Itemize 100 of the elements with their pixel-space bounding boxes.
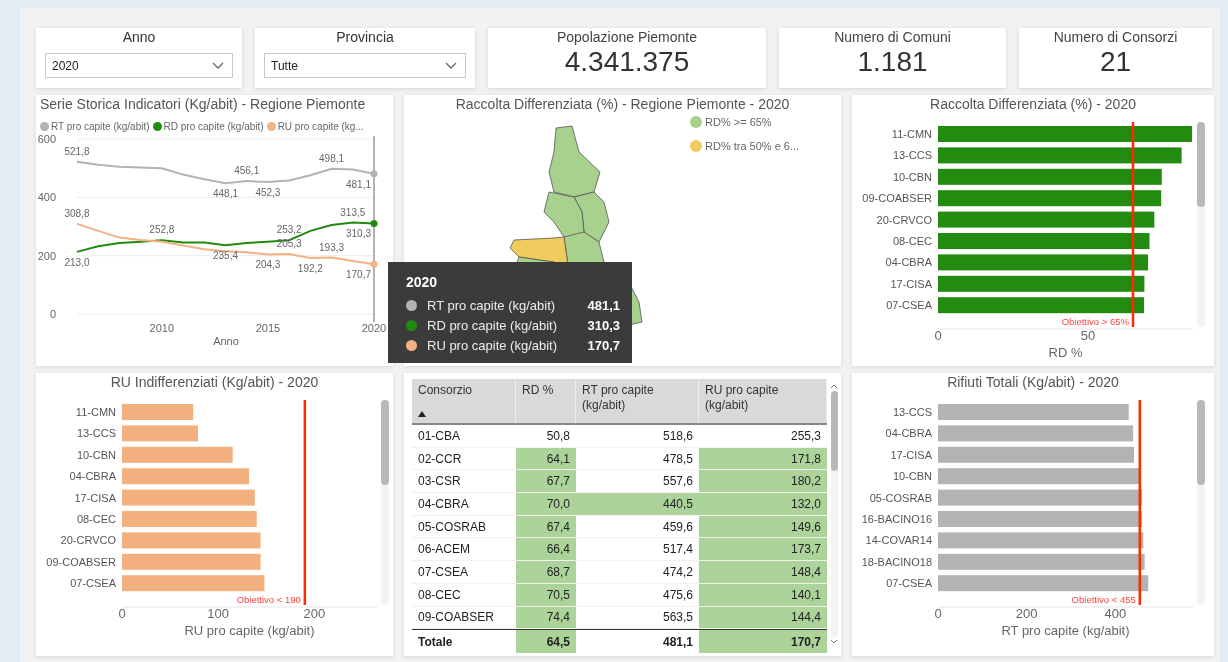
- category-label: 04-CBRA: [69, 470, 116, 483]
- table-cell-text: Totale: [417, 633, 454, 651]
- chart-title: RU Indifferenziati (Kg/abit) - 2020: [109, 373, 320, 390]
- table-cell-text: 557,6: [661, 473, 694, 491]
- filter-label: Provincia: [336, 29, 394, 45]
- table-cell-text: 459,6: [661, 518, 694, 536]
- table-cell: 64,5: [516, 630, 576, 654]
- scrollbar[interactable]: [1197, 400, 1205, 605]
- axis-title: RT pro capite (kg/abit): [1001, 623, 1130, 638]
- chevron-down-icon: [830, 639, 838, 645]
- category-label: 17-CISA: [74, 491, 116, 504]
- data-label: 193,3: [319, 241, 345, 253]
- table-cell-text: 02-CCR: [417, 450, 463, 468]
- legend-label: RD% tra 50% e 6...: [705, 140, 800, 152]
- table-cell: 64,1: [516, 447, 576, 470]
- data-label: 481,1: [345, 178, 371, 190]
- category-label: 07-CSEA: [70, 577, 116, 590]
- scrollbar[interactable]: [381, 400, 389, 605]
- y-tick-label: 0: [49, 308, 56, 320]
- column-header[interactable]: RT pro capite (kg/abit): [576, 379, 699, 423]
- table-cell: 170,7: [699, 630, 827, 654]
- chevron-up-icon: [830, 383, 838, 389]
- category-label: 05-COSRAB: [869, 491, 932, 504]
- dropdown[interactable]: Tutte: [264, 53, 466, 78]
- column-header[interactable]: Consorzio: [412, 379, 516, 423]
- table-cell-text: 50,8: [545, 427, 571, 445]
- table-cell-text: 475,6: [661, 586, 694, 604]
- axis-title: RU pro capite (kg/abit): [184, 623, 315, 638]
- table-cell-text: 03-CSR: [417, 473, 462, 491]
- legend-label: RD% >= 65%: [705, 116, 772, 128]
- x-tick-label: 2010: [149, 322, 175, 334]
- x-tick-label: 2020: [361, 322, 386, 334]
- table-cell-text: 08-CEC: [417, 586, 462, 604]
- table-cell-text: 518,6: [661, 427, 694, 445]
- category-label: 10-CBN: [892, 470, 932, 483]
- table-cell: 171,8: [699, 447, 827, 470]
- data-label: 498,1: [319, 152, 345, 164]
- x-tick-label: 400: [1104, 606, 1127, 621]
- x-tick-label: 0: [118, 606, 126, 621]
- dropdown[interactable]: 2020: [45, 53, 233, 78]
- data-label: 205,3: [276, 238, 302, 250]
- category-label: 09-COABSER: [46, 555, 116, 568]
- column-header[interactable]: RU pro capite (kg/abit): [699, 379, 827, 423]
- table-cell-text: 01-CBA: [417, 427, 462, 445]
- table-cell: 70,5: [516, 583, 576, 606]
- data-label: 204,3: [255, 259, 281, 271]
- table-cell: 140,1: [699, 583, 827, 606]
- data-label: 235,4: [213, 250, 238, 262]
- data-label: 170,7: [345, 269, 371, 281]
- x-tick-label: 200: [303, 606, 326, 621]
- table-cell-text: 517,4: [661, 541, 694, 559]
- tooltip-value: 310,3: [587, 318, 620, 333]
- category-label: 16-BACINO16: [861, 513, 932, 525]
- tooltip-title: 2020: [406, 274, 439, 290]
- kpi-label: Numero di Consorzi: [1053, 29, 1178, 45]
- chart-title: Raccolta Differenziata (%) - 2020: [929, 95, 1137, 112]
- data-label: 213,0: [64, 256, 90, 268]
- tooltip-value: 481,1: [587, 298, 620, 313]
- legend-label: RD pro capite (kg/abit): [163, 120, 264, 132]
- category-label: 13-CCS: [892, 149, 932, 162]
- category-label: 17-CISA: [890, 277, 932, 290]
- target-label: Obiettivo > 65%: [1061, 316, 1129, 327]
- table-cell: 66,4: [516, 538, 576, 561]
- category-label: 04-CBRA: [885, 256, 932, 269]
- x-tick-label: 200: [1015, 606, 1038, 621]
- category-label: 11-CMN: [75, 406, 116, 418]
- column-header[interactable]: RD %: [516, 379, 576, 423]
- table-cell-text: 06-ACEM: [417, 541, 471, 559]
- category-label: 20-CRVCO: [876, 213, 932, 226]
- table-cell-text: 563,5: [661, 609, 694, 627]
- tooltip-label: RT pro capite (kg/abit): [427, 298, 557, 313]
- axis-title: Anno: [213, 335, 239, 346]
- table-cell: 440,5: [576, 493, 699, 515]
- target-label: Obiettivo < 455: [1071, 594, 1136, 605]
- data-label: 456,1: [234, 164, 260, 176]
- scrollbar[interactable]: [1197, 122, 1205, 327]
- table-cell: 70,0: [516, 493, 576, 515]
- table-cell: 148,4: [699, 561, 827, 583]
- chart-title: Serie Storica Indicatori (Kg/abit) - Regione Piemonte: [39, 95, 367, 112]
- category-label: 20-CRVCO: [60, 534, 116, 547]
- data-label: 521,8: [64, 145, 90, 157]
- x-tick-label: 2015: [255, 322, 281, 334]
- chevron-down-icon: [212, 61, 224, 70]
- table-cell: 144,4: [699, 606, 827, 629]
- kpi-label: Popolazione Piemonte: [556, 29, 698, 45]
- x-tick-label: 50: [1080, 328, 1096, 343]
- category-label: 17-CISA: [890, 448, 932, 461]
- chevron-down-icon: [445, 61, 457, 70]
- target-label: Obiettivo < 190: [236, 594, 301, 605]
- table-cell-text: 04-CBRA: [417, 495, 470, 513]
- table-cell-text: 474,2: [661, 563, 694, 581]
- data-label: 310,3: [345, 228, 371, 240]
- legend-label: RU pro capite (kg...: [277, 120, 364, 132]
- table-cell-text: 09-COABSER: [417, 609, 496, 627]
- bar: [122, 404, 194, 420]
- table-cell: 132,0: [699, 493, 827, 515]
- legend-label: RT pro capite (kg/abit): [51, 120, 150, 132]
- table-cell: 68,7: [516, 561, 576, 583]
- data-label: 313,5: [340, 206, 366, 218]
- category-label: 08-CEC: [76, 513, 116, 525]
